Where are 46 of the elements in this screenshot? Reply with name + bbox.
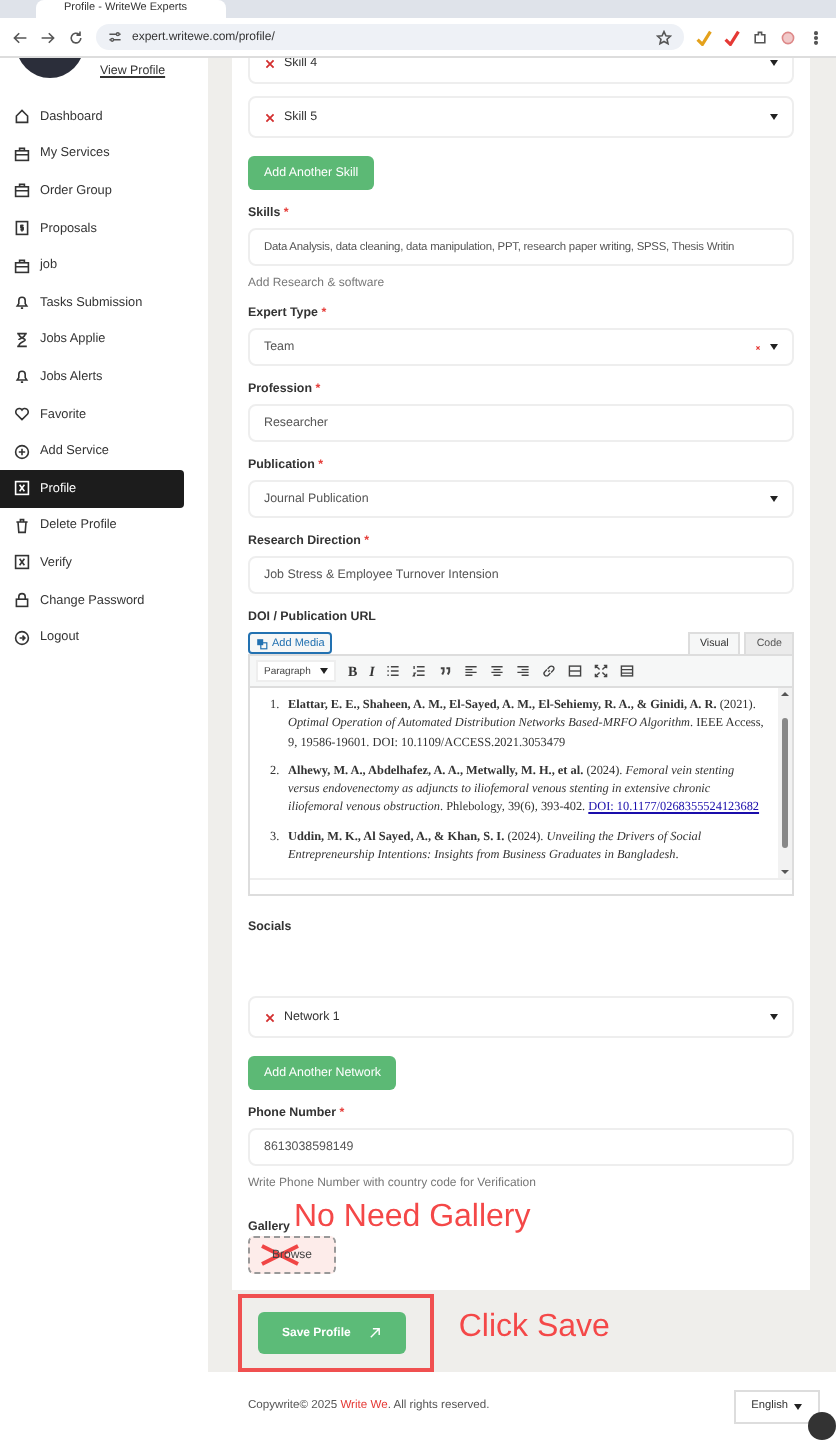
fullscreen-icon (594, 664, 609, 678)
heart-icon (14, 406, 30, 423)
plus-circle-icon (14, 443, 30, 460)
star-icon (656, 29, 672, 45)
remove-icon (264, 58, 276, 69)
remove-icon (264, 1011, 276, 1023)
numbered-list-icon (412, 664, 427, 678)
arrow-icon (368, 1326, 383, 1340)
site-info-icon (108, 30, 122, 44)
toolbar-toggle-icon (620, 664, 635, 678)
hourglass-icon (14, 331, 30, 348)
logout-icon (14, 629, 30, 646)
trash-icon (14, 517, 30, 534)
clear-icon (754, 343, 762, 351)
back-icon (12, 29, 28, 45)
reload-icon (68, 29, 84, 45)
briefcase-icon (14, 145, 30, 162)
briefcase-icon (14, 257, 30, 274)
caret-icon (770, 496, 778, 502)
lock-icon (14, 592, 30, 609)
caret-icon (770, 60, 778, 66)
horizontal-rule-icon (568, 664, 583, 678)
caret-icon (770, 1014, 778, 1020)
forward-icon (40, 29, 56, 45)
align-left-icon (464, 664, 479, 678)
more-icon (808, 29, 824, 45)
home-icon (14, 108, 30, 125)
align-right-icon (516, 664, 531, 678)
quote-icon (438, 664, 453, 678)
scrollbar[interactable] (778, 688, 792, 878)
align-center-icon (490, 664, 505, 678)
bell-icon (14, 368, 30, 385)
annotation-text: Click Save (458, 1310, 610, 1346)
remove-icon (264, 111, 276, 123)
scroll-top-button[interactable] (808, 1412, 836, 1440)
briefcase-icon (14, 182, 30, 199)
bullet-list-icon (386, 664, 401, 678)
profile-icon (780, 29, 796, 45)
puzzle-icon (752, 29, 768, 45)
annotation-text: No Need Gallery (293, 1202, 531, 1234)
link-icon (542, 664, 557, 678)
media-icon (256, 637, 268, 649)
dollar-document-icon (14, 220, 30, 237)
caret-icon (770, 114, 778, 120)
caret-icon (770, 344, 778, 350)
bell-icon (14, 294, 30, 311)
